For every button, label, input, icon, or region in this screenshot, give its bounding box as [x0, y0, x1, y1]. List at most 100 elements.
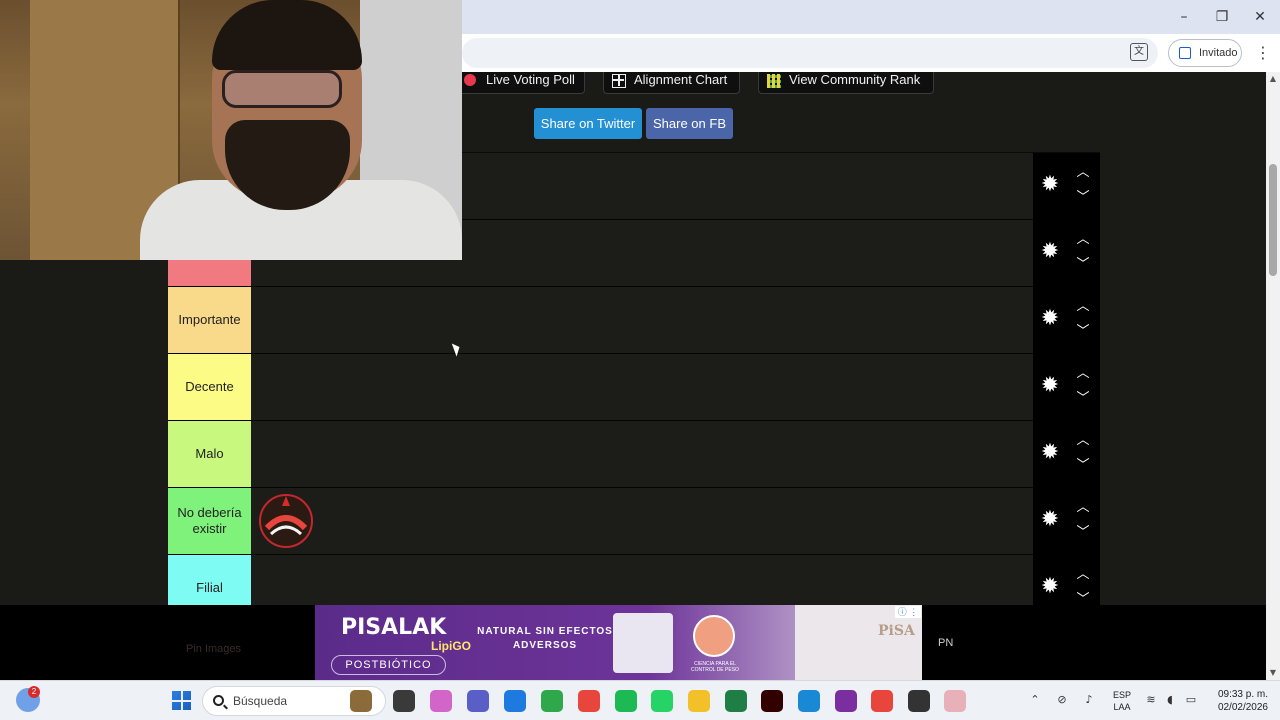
money-app-icon[interactable] [541, 690, 563, 712]
tier-controls: ✹ ︿ ﹀ [1033, 287, 1100, 354]
tier-label[interactable]: Importante [168, 287, 251, 353]
pin-images-text[interactable]: Pin Images [186, 643, 241, 655]
search-icon [213, 695, 224, 706]
clock[interactable]: 09:33 p. m. 02/02/2026 [1206, 688, 1268, 714]
product-box-image [613, 613, 673, 673]
profile-icon [1179, 47, 1191, 59]
page-scrollbar[interactable]: ▲ ▼ [1266, 72, 1280, 680]
settings-app-icon[interactable] [908, 690, 930, 712]
gear-icon[interactable]: ✹ [1039, 509, 1061, 531]
scroll-up-icon[interactable]: ▲ [1268, 74, 1278, 84]
chrome-app-icon[interactable] [578, 690, 600, 712]
folder-app-icon[interactable] [688, 690, 710, 712]
minimize-button[interactable]: – [1173, 6, 1195, 28]
translate-icon[interactable]: 文 [1130, 43, 1148, 61]
gear-icon[interactable]: ✹ [1039, 308, 1061, 330]
alignment-chart-button[interactable]: Alignment Chart [603, 72, 740, 94]
cloud-off-icon[interactable]: ⊘ [1055, 693, 1069, 707]
tier-controls: ✹ ︿ ﹀ [1033, 421, 1100, 488]
view-community-rank-button[interactable]: View Community Rank [758, 72, 934, 94]
chevron-down-icon[interactable]: ﹀ [1073, 257, 1093, 273]
notion-app-icon[interactable] [944, 690, 966, 712]
chevron-up-icon[interactable]: ︿ [1073, 232, 1093, 248]
chevron-down-icon[interactable]: ﹀ [1073, 391, 1093, 407]
alignment-chart-label: Alignment Chart [634, 72, 728, 87]
tier-controls: ✹ ︿ ﹀ [1033, 153, 1100, 220]
red-dot-icon [464, 74, 476, 86]
ad-info-icon[interactable]: ⓘ ⋮ [895, 606, 921, 618]
tier-items-area[interactable] [251, 421, 1033, 487]
ad-tag: POSTBIÓTICO [331, 655, 446, 675]
ad-claim: NATURAL SIN EFECTOS ADVERSOS [477, 626, 613, 651]
tier-row: Decente ✹ ︿ ﹀ [168, 354, 1100, 421]
tier-controls: ✹ ︿ ﹀ [1033, 354, 1100, 421]
chevron-down-icon[interactable]: ﹀ [1073, 458, 1093, 474]
chevron-down-icon[interactable]: ﹀ [1073, 190, 1093, 206]
store-app-icon[interactable] [504, 690, 526, 712]
tier-label[interactable]: Malo [168, 421, 251, 487]
browser-menu-icon[interactable]: ⋮ [1255, 42, 1271, 64]
edge-app-icon[interactable] [798, 690, 820, 712]
spotify-app-icon[interactable] [615, 690, 637, 712]
webcam-overlay [0, 0, 462, 260]
pn-text: PN [938, 637, 954, 649]
start-button[interactable] [172, 691, 191, 710]
widgets-app-icon[interactable] [350, 690, 372, 712]
tier-label[interactable]: No debería existir [168, 488, 251, 554]
live-voting-poll-label: Live Voting Poll [486, 72, 575, 87]
volume-icon[interactable]: ◖ [1163, 693, 1177, 707]
chevron-up-icon[interactable]: ︿ [1073, 567, 1093, 583]
keyboard-layout: LAA [1113, 702, 1131, 712]
gear-icon[interactable]: ✹ [1039, 442, 1061, 464]
copilot-app-icon[interactable] [430, 690, 452, 712]
tier-items-area[interactable] [251, 354, 1033, 420]
advertisement-banner[interactable]: PISALAK LipiGO POSTBIÓTICO NATURAL SIN E… [315, 605, 922, 680]
live-voting-poll-button[interactable]: Live Voting Poll [455, 72, 585, 94]
gear-icon[interactable]: ✹ [1039, 375, 1061, 397]
gear-icon[interactable]: ✹ [1039, 241, 1061, 263]
tier-controls: ✹ ︿ ﹀ [1033, 488, 1100, 555]
chevron-up-icon[interactable]: ︿ [1073, 366, 1093, 382]
microphone-icon[interactable]: ♪ [1082, 693, 1096, 707]
profile-button[interactable]: Invitado [1168, 39, 1242, 67]
illustrator-app-icon[interactable] [761, 690, 783, 712]
battery-icon[interactable]: ▭ [1184, 693, 1198, 707]
show-hidden-icons-icon[interactable]: ⌃ [1028, 693, 1042, 707]
gear-icon[interactable]: ✹ [1039, 576, 1061, 598]
tier-items-area[interactable] [251, 488, 1033, 554]
chevron-down-icon[interactable]: ﹀ [1073, 324, 1093, 340]
gear-icon[interactable]: ✹ [1039, 174, 1061, 196]
notification-badge: 2 [28, 686, 40, 698]
chevron-up-icon[interactable]: ︿ [1073, 165, 1093, 181]
tier-row: Importante ✹ ︿ ﹀ [168, 287, 1100, 354]
scroll-thumb[interactable] [1269, 164, 1277, 276]
chevron-up-icon[interactable]: ︿ [1073, 500, 1093, 516]
chevron-up-icon[interactable]: ︿ [1073, 433, 1093, 449]
photos-app-icon[interactable] [835, 690, 857, 712]
file-explorer-dark-app-icon[interactable] [393, 690, 415, 712]
scroll-down-icon[interactable]: ▼ [1268, 668, 1278, 678]
close-window-button[interactable]: ✕ [1249, 6, 1271, 28]
language-indicator[interactable]: ESP LAA [1110, 689, 1134, 713]
team-logo-image[interactable] [255, 490, 317, 552]
chrome-active-app-icon[interactable] [871, 690, 893, 712]
ad-badge-caption: CIENCIA PARA EL CONTROL DE PESO [691, 661, 739, 673]
tier-items-area[interactable] [251, 287, 1033, 353]
share-fb-button[interactable]: Share on FB [646, 108, 733, 139]
grid-icon [612, 74, 626, 88]
teams-app-icon[interactable] [467, 690, 489, 712]
whatsapp-app-icon[interactable] [651, 690, 673, 712]
excel-app-icon[interactable] [725, 690, 747, 712]
chevron-up-icon[interactable]: ︿ [1073, 299, 1093, 315]
wifi-icon[interactable]: ≋ [1144, 693, 1158, 707]
restore-button[interactable]: ❐ [1211, 6, 1233, 28]
share-twitter-button[interactable]: Share on Twitter [534, 108, 642, 139]
chevron-down-icon[interactable]: ﹀ [1073, 525, 1093, 541]
rank-grid-icon [767, 74, 781, 88]
person-hair-image [212, 0, 362, 70]
tier-row: No debería existir ✹ ︿ ﹀ [168, 488, 1100, 555]
clock-date: 02/02/2026 [1217, 702, 1268, 713]
address-bar[interactable] [462, 38, 1158, 68]
tier-label[interactable]: Decente [168, 354, 251, 420]
profile-label: Invitado [1199, 47, 1238, 59]
